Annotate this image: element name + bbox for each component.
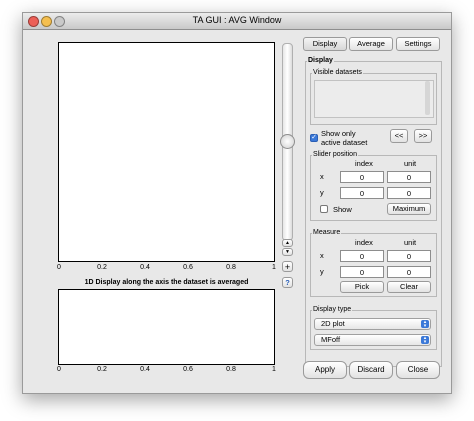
- select-arrows-icon: ▴ ▾: [421, 336, 429, 345]
- bottom-axes-x-tick-label: 0.4: [140, 366, 150, 373]
- top-axes-x-tick-label: 1: [272, 264, 276, 271]
- visible-datasets-list[interactable]: [314, 80, 434, 118]
- slider-x-index-field[interactable]: 0: [340, 171, 384, 183]
- measure-y-unit-field[interactable]: 0: [387, 266, 431, 278]
- next-dataset-button[interactable]: >>: [414, 129, 432, 143]
- slider-up-arrow-icon[interactable]: ▲: [282, 239, 293, 247]
- select-arrows-icon: ▴ ▾: [421, 320, 429, 329]
- pick-button[interactable]: Pick: [340, 281, 384, 293]
- plot-type-value: 2D plot: [321, 319, 345, 328]
- measure-index-header: index: [355, 238, 373, 247]
- show-only-active-checkbox[interactable]: ✓: [310, 134, 318, 142]
- top-axes-x-tick-label: 0.8: [226, 264, 236, 271]
- bottom-axes-x-tick-label: 1: [272, 366, 276, 373]
- maximum-button[interactable]: Maximum: [387, 203, 431, 215]
- tab-settings[interactable]: Settings: [396, 37, 440, 51]
- show-only-active-label-line2: active dataset: [321, 138, 368, 147]
- top-axes-x-tick-label: 0.6: [183, 264, 193, 271]
- bottom-axes-x-tick-label: 0.8: [226, 366, 236, 373]
- window-title: TA GUI : AVG Window: [192, 15, 282, 25]
- bottom-axes-x-tick-label: 0.6: [183, 366, 193, 373]
- clear-button[interactable]: Clear: [387, 281, 431, 293]
- show-only-active-label-line1: Show only: [321, 129, 356, 138]
- previous-dataset-button[interactable]: <<: [390, 129, 408, 143]
- vertical-slider-thumb[interactable]: [280, 134, 295, 149]
- slider-unit-header: unit: [404, 159, 417, 168]
- add-button[interactable]: +: [282, 261, 293, 272]
- main-2d-axes[interactable]: [58, 42, 275, 262]
- top-axes-x-tick-label: 0.2: [97, 264, 107, 271]
- display-type-title: Display type: [312, 306, 353, 313]
- top-axes-x-tick-label: 0: [57, 264, 61, 271]
- slider-position-title: Slider position: [312, 151, 358, 158]
- slider-show-label: Show: [333, 205, 352, 214]
- plot-type-select[interactable]: 2D plot ▴ ▾: [314, 318, 431, 330]
- slider-show-checkbox[interactable]: [320, 205, 328, 213]
- display-panel-title: Display: [307, 57, 334, 64]
- measure-title: Measure: [312, 229, 342, 236]
- averaged-1d-axes[interactable]: [58, 289, 275, 365]
- slider-down-arrow-icon[interactable]: ▼: [282, 248, 293, 256]
- slider-y-label: y: [320, 188, 324, 197]
- bottom-axes-x-tick-label: 0: [57, 366, 61, 373]
- measure-y-label: y: [320, 267, 324, 276]
- slider-index-header: index: [355, 159, 373, 168]
- slider-y-unit-field[interactable]: 0: [387, 187, 431, 199]
- bottom-axes-title: 1D Display along the axis the dataset is…: [84, 279, 249, 286]
- apply-button[interactable]: Apply: [303, 361, 347, 379]
- discard-button[interactable]: Discard: [349, 361, 393, 379]
- tab-average[interactable]: Average: [349, 37, 393, 51]
- measure-unit-header: unit: [404, 238, 417, 247]
- mode-select[interactable]: MFoff ▴ ▾: [314, 334, 431, 346]
- slider-x-unit-field[interactable]: 0: [387, 171, 431, 183]
- slider-x-label: x: [320, 172, 324, 181]
- bottom-axes-x-tick-label: 0.2: [97, 366, 107, 373]
- visible-datasets-label: Visible datasets: [312, 69, 363, 76]
- close-button[interactable]: Close: [396, 361, 440, 379]
- tab-display[interactable]: Display: [303, 37, 347, 51]
- measure-x-label: x: [320, 251, 324, 260]
- mode-value: MFoff: [321, 335, 341, 344]
- visible-datasets-scrollbar[interactable]: [425, 81, 430, 115]
- top-axes-x-tick-label: 0.4: [140, 264, 150, 271]
- measure-y-index-field[interactable]: 0: [340, 266, 384, 278]
- title-bar: TA GUI : AVG Window: [23, 13, 451, 30]
- slider-y-index-field[interactable]: 0: [340, 187, 384, 199]
- avg-window: TA GUI : AVG Window 10.90.80.70.60.50.40…: [22, 12, 452, 394]
- measure-x-index-field[interactable]: 0: [340, 250, 384, 262]
- measure-x-unit-field[interactable]: 0: [387, 250, 431, 262]
- help-button[interactable]: ?: [282, 277, 293, 288]
